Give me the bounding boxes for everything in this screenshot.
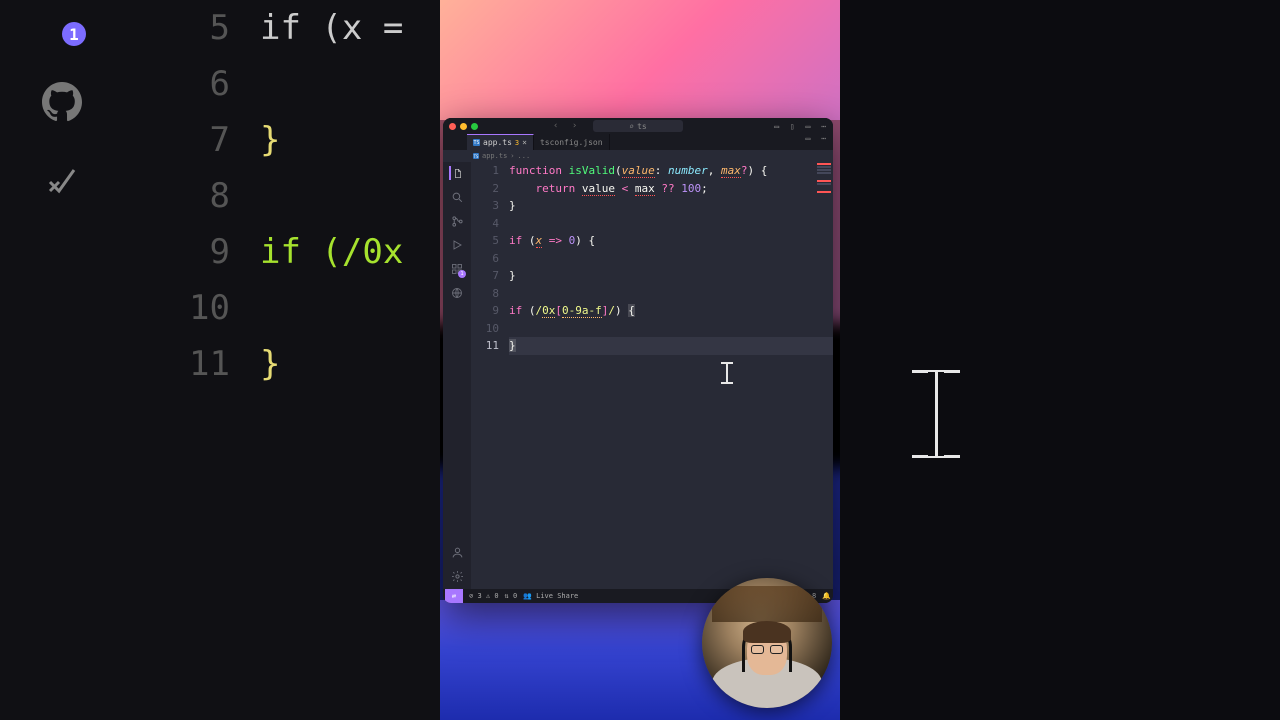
command-center-search[interactable]: ⌕ ts: [593, 120, 683, 132]
bg-activity-badge: 1: [62, 22, 86, 46]
editor-actions[interactable]: ▭ ⋯: [806, 134, 829, 143]
tab-app-ts[interactable]: TS app.ts 3 ×: [467, 134, 534, 150]
remote-button[interactable]: ⇄: [445, 589, 463, 603]
tab-tsconfig[interactable]: tsconfig.json: [534, 134, 610, 150]
chevron-right-icon: ›: [510, 152, 514, 160]
layout-controls[interactable]: ▭ ▯ ▭ ⋯: [774, 122, 829, 131]
status-liveshare[interactable]: 👥 Live Share: [523, 592, 578, 600]
tab-label: app.ts: [483, 138, 512, 147]
breadcrumb-rest: ...: [518, 152, 531, 160]
tab-label: tsconfig.json: [540, 138, 603, 147]
breadcrumb-file: app.ts: [482, 152, 507, 160]
minimize-window-button[interactable]: [460, 123, 467, 130]
source-control-icon[interactable]: [450, 214, 464, 228]
run-debug-icon[interactable]: [450, 238, 464, 252]
line-number-gutter: 1 2 3 4 5 6 7 8 9 10 11: [471, 162, 509, 589]
remote-explorer-icon[interactable]: [450, 286, 464, 300]
code-content[interactable]: function isValid(value: number, max?) { …: [509, 162, 833, 589]
status-ports[interactable]: ⇅ 0: [505, 592, 518, 600]
extensions-badge: 1: [458, 270, 466, 278]
titlebar: ‹ › ⌕ ts ▭ ▯ ▭ ⋯: [443, 118, 833, 134]
extensions-icon[interactable]: 1: [450, 262, 464, 276]
explorer-icon[interactable]: [449, 166, 463, 180]
center-column: ‹ › ⌕ ts ▭ ▯ ▭ ⋯ TS app.ts 3 × tsconfig.…: [440, 0, 840, 720]
background-blur-right: [840, 0, 1280, 720]
editor-body: 1 1 2 3: [443, 162, 833, 589]
github-icon: [38, 78, 86, 126]
tab-problems-badge: 3: [515, 139, 519, 147]
nav-arrows[interactable]: ‹ ›: [553, 121, 581, 131]
code-editor[interactable]: 1 2 3 4 5 6 7 8 9 10 11 function isValid…: [471, 162, 833, 589]
bell-icon[interactable]: 🔔: [822, 592, 831, 600]
status-errors[interactable]: ⊘ 3 ⚠ 0: [469, 592, 499, 600]
minimap[interactable]: [815, 162, 833, 242]
search-icon[interactable]: [450, 190, 464, 204]
breadcrumb[interactable]: TS app.ts › ...: [443, 150, 833, 162]
share-icon: [38, 158, 86, 206]
ts-file-icon: TS: [473, 139, 480, 146]
tab-bar: TS app.ts 3 × tsconfig.json ▭ ⋯: [443, 134, 833, 150]
wallpaper-top: [440, 0, 840, 120]
webcam-overlay: [702, 578, 832, 708]
maximize-window-button[interactable]: [471, 123, 478, 130]
search-placeholder: ts: [637, 122, 647, 131]
ts-file-icon: TS: [473, 153, 479, 159]
account-icon[interactable]: [450, 545, 464, 559]
close-tab-icon[interactable]: ×: [522, 138, 527, 147]
activity-bar: 1: [443, 162, 471, 589]
bg-code: if (x = } if (/0x }: [260, 0, 440, 720]
gear-icon[interactable]: [450, 569, 464, 583]
vscode-window: ‹ › ⌕ ts ▭ ▯ ▭ ⋯ TS app.ts 3 × tsconfig.…: [443, 118, 833, 603]
search-icon: ⌕: [629, 122, 634, 131]
close-window-button[interactable]: [449, 123, 456, 130]
